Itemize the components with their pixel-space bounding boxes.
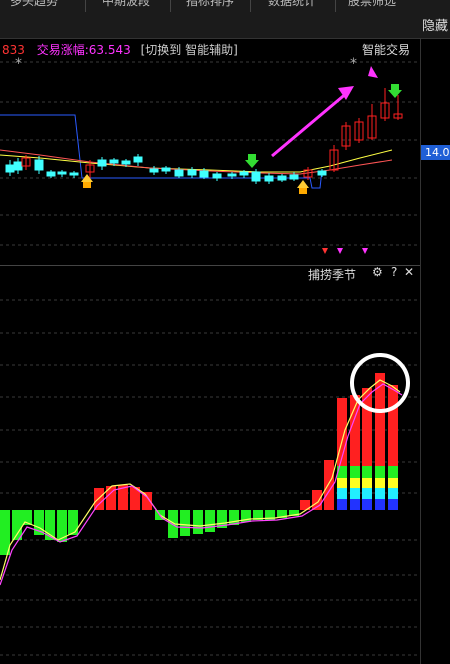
candle-body — [174, 169, 184, 177]
stacked-bar-blue — [337, 499, 347, 510]
star-marker: * — [15, 56, 22, 72]
stacked-bar-cyan — [350, 488, 360, 499]
candle-body — [57, 171, 67, 175]
buy-arrow-icon — [299, 188, 307, 194]
stacked-bar-green — [362, 466, 372, 478]
stacked-bar-yellow — [388, 478, 398, 488]
stacked-bar-yellow — [362, 478, 372, 488]
candle-body — [227, 173, 237, 177]
stacked-bar-green — [350, 466, 360, 478]
buy-arrow-icon — [83, 182, 91, 188]
candle-body — [5, 164, 15, 173]
stacked-bar-cyan — [388, 488, 398, 499]
stacked-bar-cyan — [375, 488, 385, 499]
candle-body — [69, 172, 79, 176]
candle-body — [13, 161, 23, 171]
candle-body — [149, 168, 159, 173]
stacked-bar-yellow — [350, 478, 360, 488]
stacked-bar-cyan — [362, 488, 372, 499]
candle-body — [251, 171, 261, 182]
candle-body — [277, 175, 287, 181]
sell-arrow-icon — [248, 154, 256, 160]
sell-arrow-icon — [391, 84, 399, 90]
stacked-bar-red — [324, 460, 334, 466]
sell-arrow-icon — [388, 90, 402, 98]
histogram-bar — [205, 510, 215, 532]
stacked-bar-yellow — [375, 478, 385, 488]
stacked-bar-yellow — [337, 478, 347, 488]
histogram-bar — [180, 510, 190, 536]
candle-body — [239, 171, 249, 176]
stacked-bar-blue — [375, 499, 385, 510]
histogram-bar — [193, 510, 203, 534]
stacked-bar-red — [375, 373, 385, 466]
candle-body — [264, 175, 274, 182]
ma-yellow-line — [0, 149, 393, 173]
candle-body — [161, 167, 171, 172]
histogram-bar — [68, 510, 78, 535]
signal-marker — [322, 248, 328, 254]
histogram-bar — [57, 510, 67, 542]
chart-canvas[interactable]: * * — [0, 0, 450, 664]
star-marker: * — [350, 56, 357, 72]
candle-body — [317, 170, 327, 176]
stacked-bar-blue — [388, 499, 398, 510]
stacked-bar-green — [388, 466, 398, 478]
stacked-bar-blue — [350, 499, 360, 510]
signal-marker — [337, 248, 343, 254]
buy-arrow-icon — [297, 180, 309, 188]
signal-marker — [362, 248, 368, 254]
annotation-arrow — [368, 66, 378, 78]
candle-body — [289, 174, 299, 180]
histogram-bar — [45, 510, 55, 540]
blue-step-line — [0, 114, 323, 189]
candle-body — [199, 170, 209, 178]
candle-body — [187, 169, 197, 176]
candle-body — [97, 159, 107, 167]
sell-arrow-icon — [245, 160, 259, 168]
candle-body — [212, 173, 222, 179]
candle-body — [34, 159, 44, 171]
candle-body — [133, 156, 143, 163]
candle-body — [121, 160, 131, 165]
candle-body — [46, 171, 56, 177]
stacked-bar-cyan — [337, 488, 347, 499]
stacked-bar-green — [375, 466, 385, 478]
histogram-bar — [12, 510, 22, 540]
candle-body — [109, 159, 119, 164]
stacked-bar-red — [388, 385, 398, 466]
stacked-bar-blue — [362, 499, 372, 510]
